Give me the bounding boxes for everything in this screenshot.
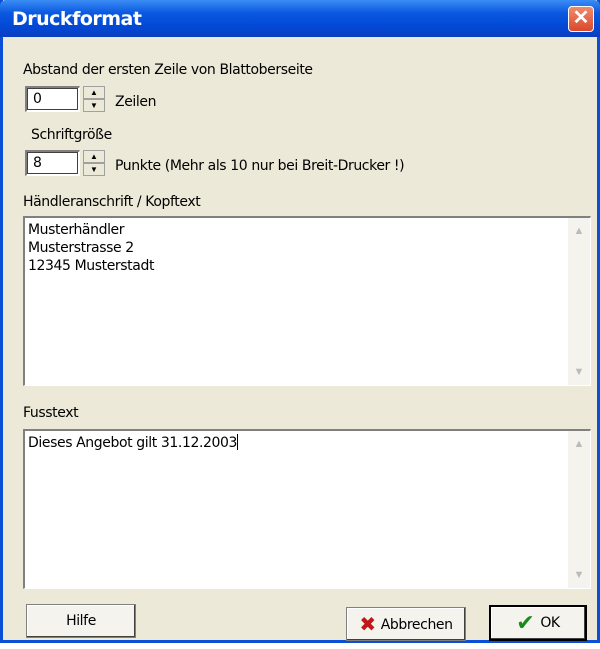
kopftext-textarea[interactable]: Musterhändler Musterstrasse 2 12345 Must… [23,216,591,386]
scroll-up-icon[interactable]: ▲ [570,222,588,240]
schriftgroesse-label: Schriftgröße [31,127,112,143]
scroll-down-icon[interactable]: ▼ [570,363,588,381]
scroll-up-icon[interactable]: ▲ [570,435,588,453]
schriftgroesse-spinner[interactable]: ▲ ▼ [83,150,105,176]
schriftgroesse-unit-label: Punkte (Mehr als 10 nur bei Breit-Drucke… [115,158,405,174]
checkmark-icon: ✔ [516,611,535,636]
fusstext-content: Dieses Angebot gilt 31.12.2003 [28,434,239,452]
fusstext-value: Dieses Angebot gilt 31.12.2003 [28,435,238,451]
kopftext-label: Händleranschrift / Kopftext [23,194,201,210]
spin-down-icon[interactable]: ▼ [83,99,105,112]
title-bar[interactable]: Druckformat ✕ [0,0,600,37]
spin-up-icon[interactable]: ▲ [83,150,105,163]
spin-down-icon[interactable]: ▼ [83,163,105,176]
abstand-label: Abstand der ersten Zeile von Blattoberse… [23,62,313,78]
x-icon: ✖ [359,612,376,636]
cancel-button[interactable]: ✖ Abbrechen [346,607,466,641]
help-button-label: Hilfe [66,613,96,629]
close-icon: ✕ [572,7,590,29]
help-button[interactable]: Hilfe [26,604,136,638]
kopftext-content: Musterhändler Musterstrasse 2 12345 Must… [28,222,155,274]
ok-button-label: OK [540,615,560,631]
kopftext-scrollbar[interactable]: ▲ ▼ [568,218,590,385]
schriftgroesse-input[interactable]: 8 [25,150,80,176]
scroll-down-icon[interactable]: ▼ [570,566,588,584]
abstand-input[interactable]: 0 [25,86,80,112]
fusstext-scrollbar[interactable]: ▲ ▼ [568,431,590,588]
fusstext-label: Fusstext [23,405,79,421]
spin-up-icon[interactable]: ▲ [83,86,105,99]
window-title: Druckformat [12,8,142,30]
cancel-button-label: Abbrechen [380,617,453,633]
text-caret [237,434,239,450]
druckformat-dialog: Druckformat ✕ Abstand der ersten Zeile v… [0,0,600,643]
ok-button[interactable]: ✔ OK [489,605,587,641]
fusstext-textarea[interactable]: Dieses Angebot gilt 31.12.2003 ▲ ▼ [23,429,591,589]
close-button[interactable]: ✕ [568,6,594,32]
abstand-spinner[interactable]: ▲ ▼ [83,86,105,112]
abstand-unit-label: Zeilen [115,94,157,110]
